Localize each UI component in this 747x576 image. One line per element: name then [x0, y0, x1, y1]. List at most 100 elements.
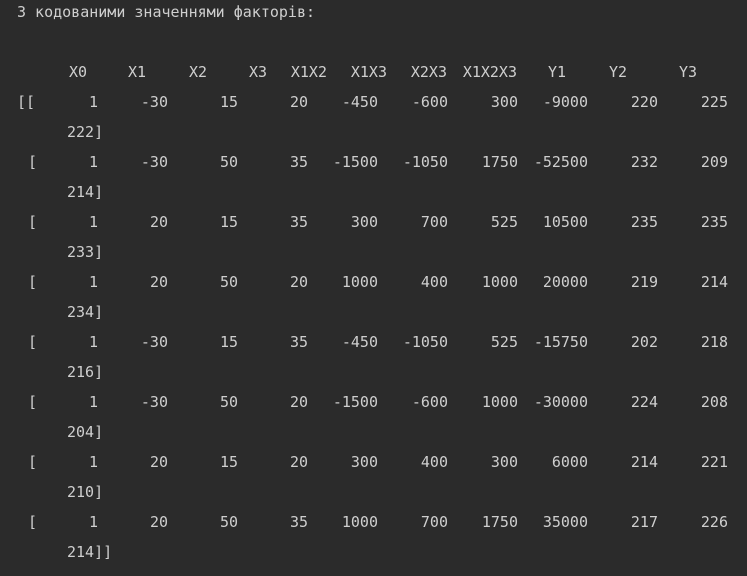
table-cell: 232: [630, 153, 658, 171]
table-cell: -30: [140, 153, 168, 171]
column-header: X2: [188, 63, 207, 81]
table-cell: 15: [219, 213, 238, 231]
row-open-bracket: [[: [17, 93, 36, 111]
row-last-value: 204]: [67, 423, 104, 441]
table-row: [1 20 15 20 300 400 300 6000 214 221: [0, 451, 747, 473]
table-row: [1 -30 50 35 -1500 -1050 1750 -52500 232 209: [0, 151, 747, 173]
column-header: Y3: [678, 63, 697, 81]
row-continuation: 233]: [0, 241, 747, 263]
table-row: [[1 -30 15 20 -450 -600 300 -9000 220 225: [0, 91, 747, 113]
table-cell: 1: [88, 393, 98, 411]
row-open-bracket: [: [28, 393, 38, 411]
table-cell: 300: [490, 93, 518, 111]
table-cell: 20000: [542, 273, 588, 291]
row-continuation: 210]: [0, 481, 747, 503]
table-cell: 35: [289, 213, 308, 231]
table-cell: 700: [420, 213, 448, 231]
row-last-value: 222]: [67, 123, 104, 141]
row-continuation: 214]: [0, 181, 747, 203]
table-cell: 1750: [481, 153, 518, 171]
table-cell: 20: [289, 273, 308, 291]
table-row: [1 -30 50 20 -1500 -600 1000 -30000 224 208: [0, 391, 747, 413]
table-cell: 10500: [542, 213, 588, 231]
table-cell: 209: [700, 153, 728, 171]
table-cell: -600: [411, 393, 448, 411]
column-header: X1: [127, 63, 146, 81]
table-header: X0 X1 X2 X3 X1X2 X1X3 X2X3 X1X2X3 Y1 Y2 Y3: [0, 61, 747, 83]
column-header: Y1: [547, 63, 566, 81]
table-cell: 50: [219, 393, 238, 411]
table-cell: 6000: [551, 453, 588, 471]
table-cell: 1: [88, 333, 98, 351]
row-continuation: 204]: [0, 421, 747, 443]
table-cell: 20: [289, 393, 308, 411]
column-header: X2X3: [410, 63, 447, 81]
table-cell: 50: [219, 153, 238, 171]
table-cell: -30000: [533, 393, 588, 411]
table-cell: -30: [140, 333, 168, 351]
table-cell: 1000: [341, 513, 378, 531]
column-header: X0: [68, 63, 87, 81]
row-open-bracket: [: [28, 213, 38, 231]
table-cell: 525: [490, 213, 518, 231]
table-cell: 15: [219, 333, 238, 351]
column-header: Y2: [608, 63, 627, 81]
table-cell: 1: [88, 213, 98, 231]
table-cell: 1: [88, 513, 98, 531]
table-cell: 35000: [542, 513, 588, 531]
table-cell: 1: [88, 453, 98, 471]
row-continuation: 234]: [0, 301, 747, 323]
column-header: X1X2: [290, 63, 327, 81]
table-cell: 224: [630, 393, 658, 411]
table-row: [1 20 50 35 1000 700 1750 35000 217 226: [0, 511, 747, 533]
table-cell: 525: [490, 333, 518, 351]
row-last-value: 210]: [67, 483, 104, 501]
row-open-bracket: [: [28, 153, 38, 171]
row-open-bracket: [: [28, 273, 38, 291]
column-header: X1X3: [350, 63, 387, 81]
table-cell: -52500: [533, 153, 588, 171]
row-continuation: 214]]: [0, 541, 747, 563]
table-cell: 226: [700, 513, 728, 531]
table-cell: 214: [700, 273, 728, 291]
row-continuation: 222]: [0, 121, 747, 143]
table-cell: 218: [700, 333, 728, 351]
output-console: З кодованими значеннями факторів: X0 X1 X2…: [0, 0, 747, 576]
column-header: X3: [248, 63, 267, 81]
table-cell: 20: [149, 273, 168, 291]
table-cell: 700: [420, 513, 448, 531]
table-row: [1 -30 15 35 -450 -1050 525 -15750 202 218: [0, 331, 747, 353]
table-cell: 20: [149, 213, 168, 231]
table-cell: 400: [420, 273, 448, 291]
table-row: [1 20 15 35 300 700 525 10500 235 235: [0, 211, 747, 233]
row-last-value: 234]: [67, 303, 104, 321]
table-cell: 35: [289, 153, 308, 171]
table-cell: 217: [630, 513, 658, 531]
table-cell: 20: [149, 513, 168, 531]
table-cell: -30: [140, 393, 168, 411]
table-cell: -450: [341, 93, 378, 111]
row-open-bracket: [: [28, 453, 38, 471]
table-cell: 20: [149, 453, 168, 471]
table-cell: 300: [490, 453, 518, 471]
table-cell: 300: [350, 213, 378, 231]
table-cell: 50: [219, 513, 238, 531]
table-cell: 35: [289, 513, 308, 531]
table-cell: -30: [140, 93, 168, 111]
table-cell: -9000: [542, 93, 588, 111]
table-cell: 220: [630, 93, 658, 111]
row-last-value: 214]]: [67, 543, 113, 561]
table-cell: 20: [289, 453, 308, 471]
table-cell: 20: [289, 93, 308, 111]
table-cell: 1: [88, 93, 98, 111]
row-last-value: 216]: [67, 363, 104, 381]
table-cell: -600: [411, 93, 448, 111]
table-cell: 235: [630, 213, 658, 231]
row-last-value: 214]: [67, 183, 104, 201]
table-cell: 400: [420, 453, 448, 471]
table-cell: 1: [88, 273, 98, 291]
table-cell: 1: [88, 153, 98, 171]
row-last-value: 233]: [67, 243, 104, 261]
table-cell: -1050: [402, 153, 448, 171]
output-title: З кодованими значеннями факторів:: [17, 3, 316, 21]
